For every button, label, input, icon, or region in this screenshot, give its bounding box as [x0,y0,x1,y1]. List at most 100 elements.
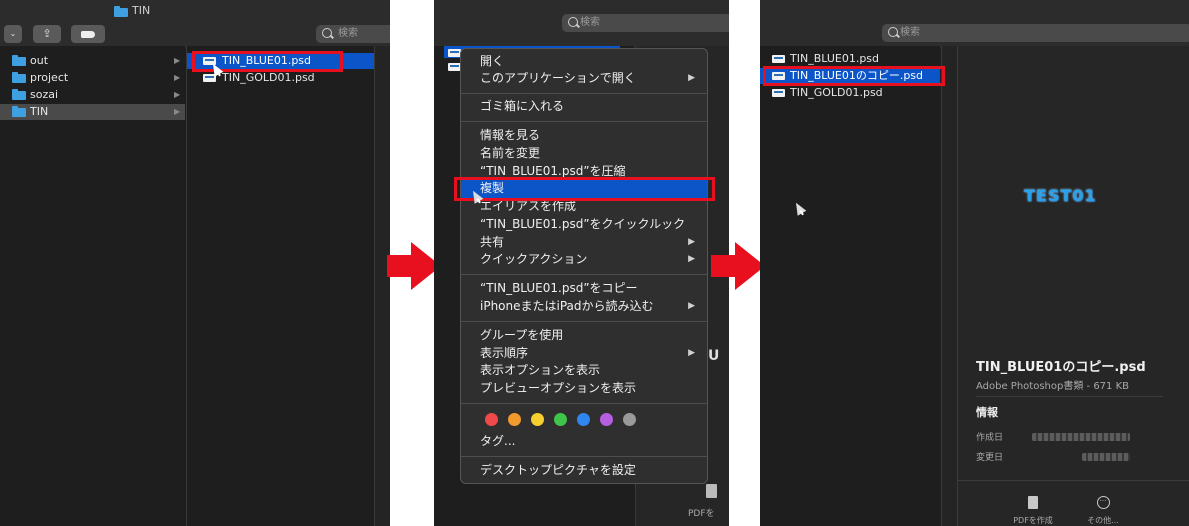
folder-icon [12,55,26,66]
menu-item-show-view-options[interactable]: 表示オプションを表示 [480,362,600,379]
menu-item-open[interactable]: 開く [480,53,504,70]
file-label: TIN_BLUE01.psd [790,52,880,65]
folder-label: sozai [30,88,59,101]
menu-item-rename[interactable]: 名前を変更 [480,145,540,162]
context-menu: 開く このアプリケーションで開く ▶ ゴミ箱に入れる 情報を見る 名前を変更 “… [460,48,708,484]
menu-item-open-with[interactable]: このアプリケーションで開く [480,70,636,87]
submenu-arrow-icon: ▶ [688,348,695,358]
search-placeholder: 検索 [580,17,600,28]
file-label: TIN_GOLD01.psd [222,71,315,84]
share-button[interactable]: ⇪ [33,25,61,43]
menu-separator [461,121,707,122]
thumbnail-text: TEST01 [1024,186,1097,205]
menu-item-quick-look[interactable]: “TIN_BLUE01.psd”をクイックルック [480,216,685,233]
arrow-right-icon [711,242,767,290]
file-column: TIN_BLUE01.psd TIN_BLUE01のコピー.psd TIN_GO… [760,46,940,526]
menu-separator [461,403,707,404]
view-options-button[interactable]: ⌄ [4,25,22,43]
info-divider [976,396,1163,397]
submenu-arrow-icon: ▶ [688,254,695,264]
modified-value-redacted [1082,453,1130,461]
submenu-arrow-icon: ▶ [688,237,695,247]
search-icon [568,17,578,27]
folder-label: TIN [30,105,49,118]
folder-label: out [30,54,49,67]
more-button[interactable]: ··· その他... [1078,496,1128,526]
preview-pane: TEST01 TIN_BLUE01のコピー.psd Adobe Photosho… [958,46,1189,526]
search-field[interactable]: 検索 [562,14,729,32]
submenu-arrow-icon: ▶ [688,73,695,83]
menu-separator [461,321,707,322]
search-placeholder: 検索 [338,28,358,39]
created-label: 作成日 [976,433,1004,443]
menu-item-share[interactable]: 共有 [480,234,504,251]
file-label: TIN_GOLD01.psd [790,86,883,99]
finder-window-3: 検索 TIN_BLUE01.psd TIN_BLUE01のコピー.psd TIN… [760,0,1189,526]
create-pdf-button[interactable]: PDFを作成 [1008,496,1058,526]
folder-icon [12,106,26,117]
pdf-doc-icon [706,484,717,498]
tag-icon [81,30,95,38]
chevron-right-icon: ▶ [174,56,181,65]
menu-item-import-from-iphone[interactable]: iPhoneまたはiPadから読み込む [480,298,654,315]
folder-label: project [30,71,69,84]
folder-icon [114,6,128,17]
annotation-highlight-box [763,66,945,86]
menu-item-get-info[interactable]: 情報を見る [480,127,540,144]
menu-item-use-groups[interactable]: グループを使用 [480,327,563,344]
finder-window-1: TIN ⌄ ⇪ 検索 out ▶ project ▶ sozai ▶ TIN ▶… [0,0,390,526]
share-icon: ⇪ [42,27,52,40]
chevron-right-icon: ▶ [174,90,181,99]
chevron-right-icon: ▶ [174,107,181,116]
search-field[interactable]: 検索 [316,25,390,43]
file-thumbnail: TEST01 [1024,186,1097,205]
folder-icon [12,89,26,100]
menu-item-set-desktop-picture[interactable]: デスクトップピクチャを設定 [480,462,636,479]
file-item-tin-gold01[interactable]: TIN_GOLD01.psd [760,85,940,101]
menu-item-show-preview-options[interactable]: プレビューオプションを表示 [480,380,636,397]
tag-color-dot[interactable] [508,413,521,426]
sidebar-item-sozai[interactable]: sozai ▶ [0,87,185,103]
sidebar-item-out[interactable]: out ▶ [0,53,185,69]
menu-item-copy[interactable]: “TIN_BLUE01.psd”をコピー [480,280,638,297]
finder-toolbar: 検索 [434,0,729,47]
file-item-tin-blue01[interactable]: TIN_BLUE01.psd [760,51,940,67]
menu-item-sort-by[interactable]: 表示順序 [480,345,528,362]
folder-icon [12,72,26,83]
file-column: TIN_BLUE01.psd TIN_GOLD01.psd [187,46,374,526]
pdf-doc-icon [1028,496,1038,509]
annotation-highlight-box [454,177,715,201]
menu-item-move-to-trash[interactable]: ゴミ箱に入れる [480,98,564,115]
chevron-right-icon: ▶ [174,73,181,82]
search-field[interactable]: 検索 [882,24,1189,42]
menu-separator [461,274,707,275]
menu-item-tags[interactable]: タグ... [480,433,515,450]
menu-separator [461,456,707,457]
tag-color-dot[interactable] [554,413,567,426]
finder-toolbar: TIN ⌄ ⇪ 検索 [0,0,390,47]
window-title: TIN [132,4,151,17]
preview-file-kind: Adobe Photoshop書類 - 671 KB [976,381,1129,392]
tag-color-dot[interactable] [531,413,544,426]
psd-file-icon [772,55,785,63]
create-pdf-label: PDFを作成 [1013,516,1053,525]
modified-label: 変更日 [976,453,1004,463]
search-placeholder: 検索 [900,27,920,38]
tag-color-dot[interactable] [577,413,590,426]
tag-color-dot[interactable] [623,413,636,426]
partial-preview-text: U [708,348,720,364]
tag-color-dot[interactable] [485,413,498,426]
sidebar-item-tin[interactable]: TIN ▶ [0,104,185,120]
menu-item-quick-actions[interactable]: クイックアクション [480,251,587,268]
more-icon: ··· [1096,496,1110,509]
tag-color-dot[interactable] [600,413,613,426]
created-value-redacted [1032,433,1130,441]
menu-separator [461,93,707,94]
tags-button[interactable] [71,25,105,43]
submenu-arrow-icon: ▶ [688,301,695,311]
search-icon [322,28,332,38]
sidebar-item-project[interactable]: project ▶ [0,70,185,86]
preview-filename: TIN_BLUE01のコピー.psd [976,360,1146,375]
empty-column [942,46,957,526]
info-heading: 情報 [976,406,998,419]
